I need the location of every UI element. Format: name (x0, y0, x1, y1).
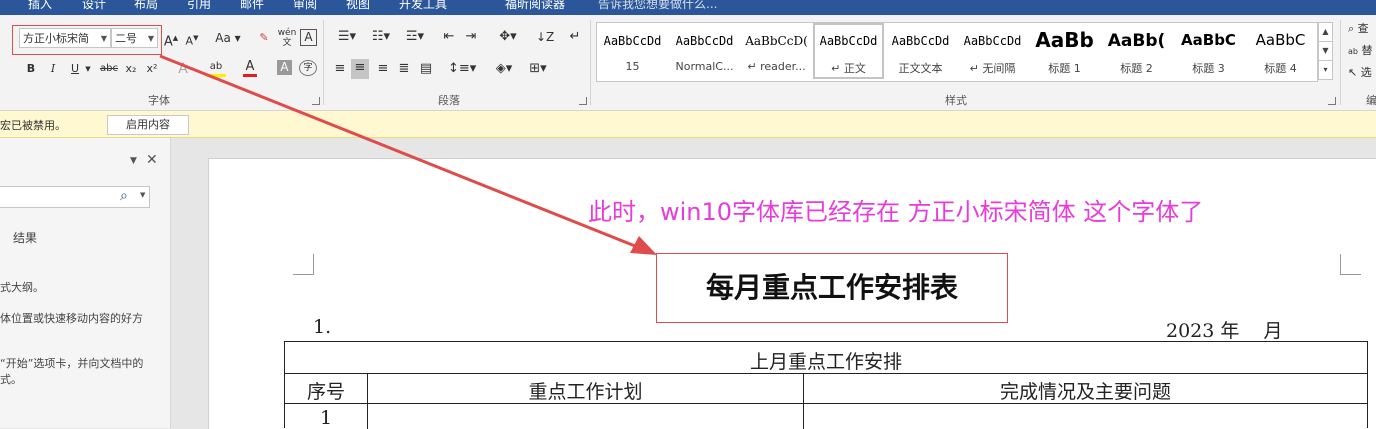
arrow-head (630, 236, 657, 255)
arrow-line (159, 54, 641, 250)
annotation-arrow (159, 54, 657, 255)
